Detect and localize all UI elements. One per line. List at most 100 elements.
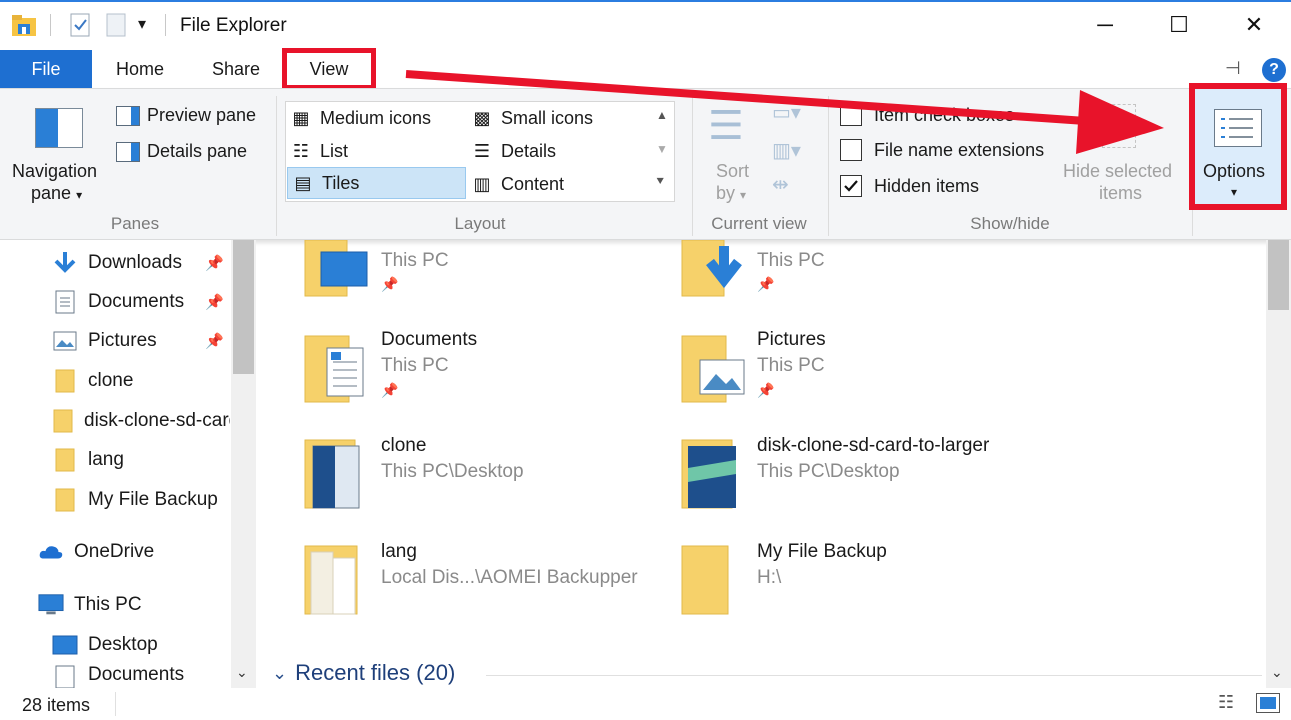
nav-item-this-pc[interactable]: This PC <box>0 585 230 624</box>
nav-item-documents[interactable]: Documents 📌 <box>0 282 230 321</box>
navigation-pane-icon[interactable] <box>35 108 83 148</box>
tile-pictures[interactable]: Pictures This PC 📌 <box>680 328 1040 418</box>
nav-item-label: disk-clone-sd-card-to-larger <box>84 409 230 431</box>
nav-item-label: lang <box>88 448 124 470</box>
group-separator <box>276 96 277 236</box>
tile-name: disk-clone-sd-card-to-larger <box>757 435 990 456</box>
hidden-items-label: Hidden items <box>874 175 980 196</box>
sort-by-label[interactable]: Sort <box>716 161 749 182</box>
file-explorer-app-icon[interactable] <box>10 12 40 36</box>
options-label: Options <box>1203 161 1266 181</box>
nav-item-clone[interactable]: clone <box>0 361 230 400</box>
title-separator <box>165 14 166 36</box>
tile-clone[interactable]: clone This PC\Desktop <box>303 434 663 524</box>
nav-scroll-down-icon[interactable]: ⌄ <box>236 664 248 681</box>
nav-item-documents-2[interactable]: Documents <box>0 664 230 688</box>
minimize-button[interactable]: ─ <box>1083 8 1127 42</box>
pin-ribbon-icon[interactable]: ⊣ <box>1225 58 1241 79</box>
close-button[interactable]: ✕ <box>1232 8 1276 42</box>
tile-path: Local Dis...\AOMEI Backupper <box>381 567 638 588</box>
tile-my-file-backup[interactable]: My File Backup H:\ <box>680 540 1040 630</box>
tab-share[interactable]: Share <box>200 50 272 88</box>
details-pane-icon <box>116 142 140 162</box>
layout-content[interactable]: ▥ Content <box>467 168 647 200</box>
tile-documents[interactable]: Documents This PC 📌 <box>303 328 663 418</box>
tile-path: This PC <box>757 250 825 271</box>
size-columns-icon[interactable]: ⇹ <box>772 172 789 197</box>
tile-disk-clone[interactable]: disk-clone-sd-card-to-larger This PC\Des… <box>680 434 1040 524</box>
section-divider <box>486 675 1262 676</box>
layout-item-label: Tiles <box>322 172 360 193</box>
group-label-layout: Layout <box>454 214 506 233</box>
nav-item-label: Downloads <box>88 251 182 273</box>
status-bar <box>0 688 1291 720</box>
chevron-down-icon: ⌄ <box>272 662 288 683</box>
content-scrollbar-thumb[interactable] <box>1268 240 1289 310</box>
nav-item-label: Documents <box>88 290 185 312</box>
hide-selected-items-label-2: items <box>1099 183 1143 203</box>
tile-name: Documents <box>381 329 478 350</box>
tile-path: This PC\Desktop <box>381 461 524 482</box>
layout-tiles[interactable]: ▤ Tiles <box>287 167 466 199</box>
pin-icon: 📌 <box>757 276 775 292</box>
folder-icon <box>303 544 373 618</box>
tab-home[interactable]: Home <box>104 50 176 88</box>
navigation-pane-button[interactable]: pane ▾ <box>31 183 82 204</box>
tile-lang[interactable]: lang Local Dis...\AOMEI Backupper <box>303 540 663 630</box>
group-label-current-view: Current view <box>711 214 807 233</box>
nav-scrollbar-thumb[interactable] <box>233 240 254 374</box>
nav-item-disk-clone[interactable]: disk-clone-sd-card-to-larger <box>0 401 230 440</box>
customize-quick-access-chevron-icon[interactable]: ▾ <box>138 14 146 34</box>
preview-pane-button[interactable]: Preview pane <box>147 105 256 126</box>
nav-item-desktop[interactable]: Desktop <box>0 625 230 664</box>
tab-view[interactable]: View <box>282 48 376 90</box>
group-label-panes: Panes <box>110 214 160 233</box>
tab-file[interactable]: File <box>0 50 92 88</box>
nav-item-onedrive[interactable]: OneDrive <box>0 532 230 571</box>
annotation-arrow <box>405 70 1164 154</box>
pin-icon[interactable]: 📌 <box>205 293 224 311</box>
nav-item-label: Documents <box>88 664 185 685</box>
details-view-icon[interactable]: ☷ <box>1218 692 1234 713</box>
document-icon <box>52 664 78 688</box>
details-pane-button[interactable]: Details pane <box>147 141 247 162</box>
layout-more-icon[interactable]: ⯆ <box>655 174 665 190</box>
chevron-down-icon: ▾ <box>1231 185 1238 199</box>
properties-quick-access-icon[interactable] <box>68 12 94 37</box>
nav-item-my-file-backup[interactable]: My File Backup <box>0 480 230 519</box>
window-top-border <box>0 0 1291 2</box>
navigation-pane-label[interactable]: Navigation <box>12 161 97 182</box>
tile-path: This PC <box>381 250 449 271</box>
pin-icon[interactable]: 📌 <box>205 332 224 350</box>
tile-name: My File Backup <box>757 541 887 562</box>
tile-folder-icon <box>680 239 752 298</box>
tile-name: lang <box>381 541 417 562</box>
pin-icon: 📌 <box>757 382 775 398</box>
help-icon[interactable]: ? <box>1262 58 1286 82</box>
document-icon <box>52 289 78 315</box>
medium-icons-icon: ▦ <box>292 107 310 128</box>
hidden-items-option[interactable]: Hidden items <box>840 175 979 197</box>
hide-selected-items-button[interactable]: Hide selected <box>1063 161 1172 182</box>
download-arrow-icon <box>52 250 78 276</box>
maximize-button[interactable]: ☐ <box>1157 8 1201 42</box>
folder-icon <box>680 334 750 404</box>
folder-icon <box>52 447 78 473</box>
nav-item-pictures[interactable]: Pictures 📌 <box>0 321 230 360</box>
recent-files-label: Recent files (20) <box>295 660 456 685</box>
folder-icon <box>52 408 74 434</box>
nav-item-downloads[interactable]: Downloads 📌 <box>0 243 230 282</box>
sort-by-button[interactable]: by ▾ <box>716 183 746 204</box>
tile-path: This PC <box>757 355 825 376</box>
new-folder-quick-access-icon[interactable] <box>104 12 130 37</box>
content-scroll-down-icon[interactable]: ⌄ <box>1271 664 1283 681</box>
nav-item-lang[interactable]: lang <box>0 440 230 479</box>
navigation-pane-label-2: pane <box>31 183 72 203</box>
nav-item-label: My File Backup <box>88 488 218 510</box>
pin-icon[interactable]: 📌 <box>205 254 224 272</box>
recent-files-section-header[interactable]: ⌄ Recent files (20) <box>272 660 455 686</box>
checkbox-checked-icon[interactable] <box>840 175 862 197</box>
nav-item-label: OneDrive <box>74 540 155 562</box>
large-icons-view-icon[interactable] <box>1256 693 1280 713</box>
options-button[interactable]: Options ▾ <box>1189 83 1287 210</box>
